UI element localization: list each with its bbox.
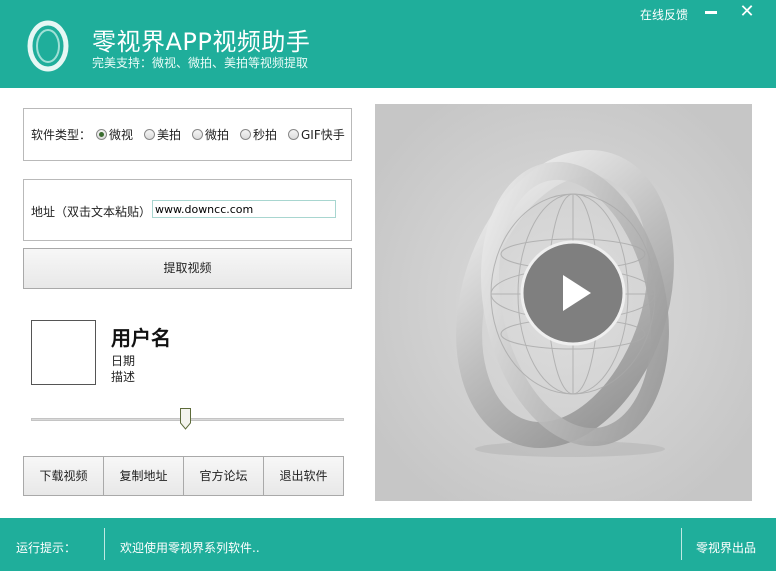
radio-weipai[interactable]: 微拍 [192, 126, 229, 143]
radio-dot[interactable] [144, 129, 155, 140]
status-divider [104, 528, 105, 560]
radio-dot[interactable] [192, 129, 203, 140]
radio-meipai[interactable]: 美拍 [144, 126, 181, 143]
minimize-button[interactable] [700, 2, 722, 22]
app-subtitle: 完美支持：微视、微拍、美拍等视频提取 [92, 56, 309, 70]
video-date: 日期 [111, 354, 136, 368]
status-bar: 运行提示： 欢迎使用零视界系列软件.. 零视界出品 [0, 518, 776, 571]
ring-logo-icon [27, 20, 69, 72]
status-divider [681, 528, 682, 560]
radio-dot[interactable] [96, 129, 107, 140]
radio-miaopai[interactable]: 秒拍 [240, 126, 277, 143]
feedback-link[interactable]: 在线反馈 [640, 6, 688, 23]
address-input[interactable] [152, 200, 336, 218]
official-forum-button[interactable]: 官方论坛 [183, 456, 264, 496]
avatar [31, 320, 96, 385]
radio-dot[interactable] [240, 129, 251, 140]
copy-address-button[interactable]: 复制地址 [103, 456, 184, 496]
play-icon[interactable] [519, 239, 627, 347]
software-type-group: 软件类型： 微视 美拍 微拍 秒拍 GIF快手 [23, 108, 352, 161]
status-label: 运行提示： [16, 541, 77, 555]
exit-software-button[interactable]: 退出软件 [263, 456, 344, 496]
radio-label: GIF快手 [301, 128, 345, 142]
radio-dot[interactable] [288, 129, 299, 140]
username: 用户名 [111, 326, 171, 350]
status-message: 欢迎使用零视界系列软件.. [120, 541, 260, 555]
radio-weishi[interactable]: 微视 [96, 126, 133, 143]
video-description: 描述 [111, 370, 136, 384]
radio-label: 微视 [109, 128, 134, 142]
title-bar: 零视界APP视频助手 完美支持：微视、微拍、美拍等视频提取 在线反馈 ✕ [0, 0, 776, 88]
app-title: 零视界APP视频助手 [92, 28, 311, 56]
radio-gif-kuaishou[interactable]: GIF快手 [288, 126, 345, 143]
radio-label: 微拍 [205, 128, 230, 142]
address-label: 地址（双击文本粘贴） [31, 205, 152, 219]
close-button[interactable]: ✕ [736, 1, 758, 23]
download-video-button[interactable]: 下载视频 [23, 456, 104, 496]
progress-slider-thumb[interactable] [180, 408, 192, 430]
radio-label: 秒拍 [253, 128, 278, 142]
software-type-label: 软件类型： [31, 128, 92, 142]
address-group: 地址（双击文本粘贴） [23, 179, 352, 241]
radio-label: 美拍 [157, 128, 182, 142]
main-panel: 软件类型： 微视 美拍 微拍 秒拍 GIF快手 地址（双击文本粘贴） 提取视频 … [0, 88, 776, 518]
fetch-video-button[interactable]: 提取视频 [23, 248, 352, 289]
video-preview[interactable] [375, 104, 752, 501]
brand-label: 零视界出品 [696, 541, 757, 555]
